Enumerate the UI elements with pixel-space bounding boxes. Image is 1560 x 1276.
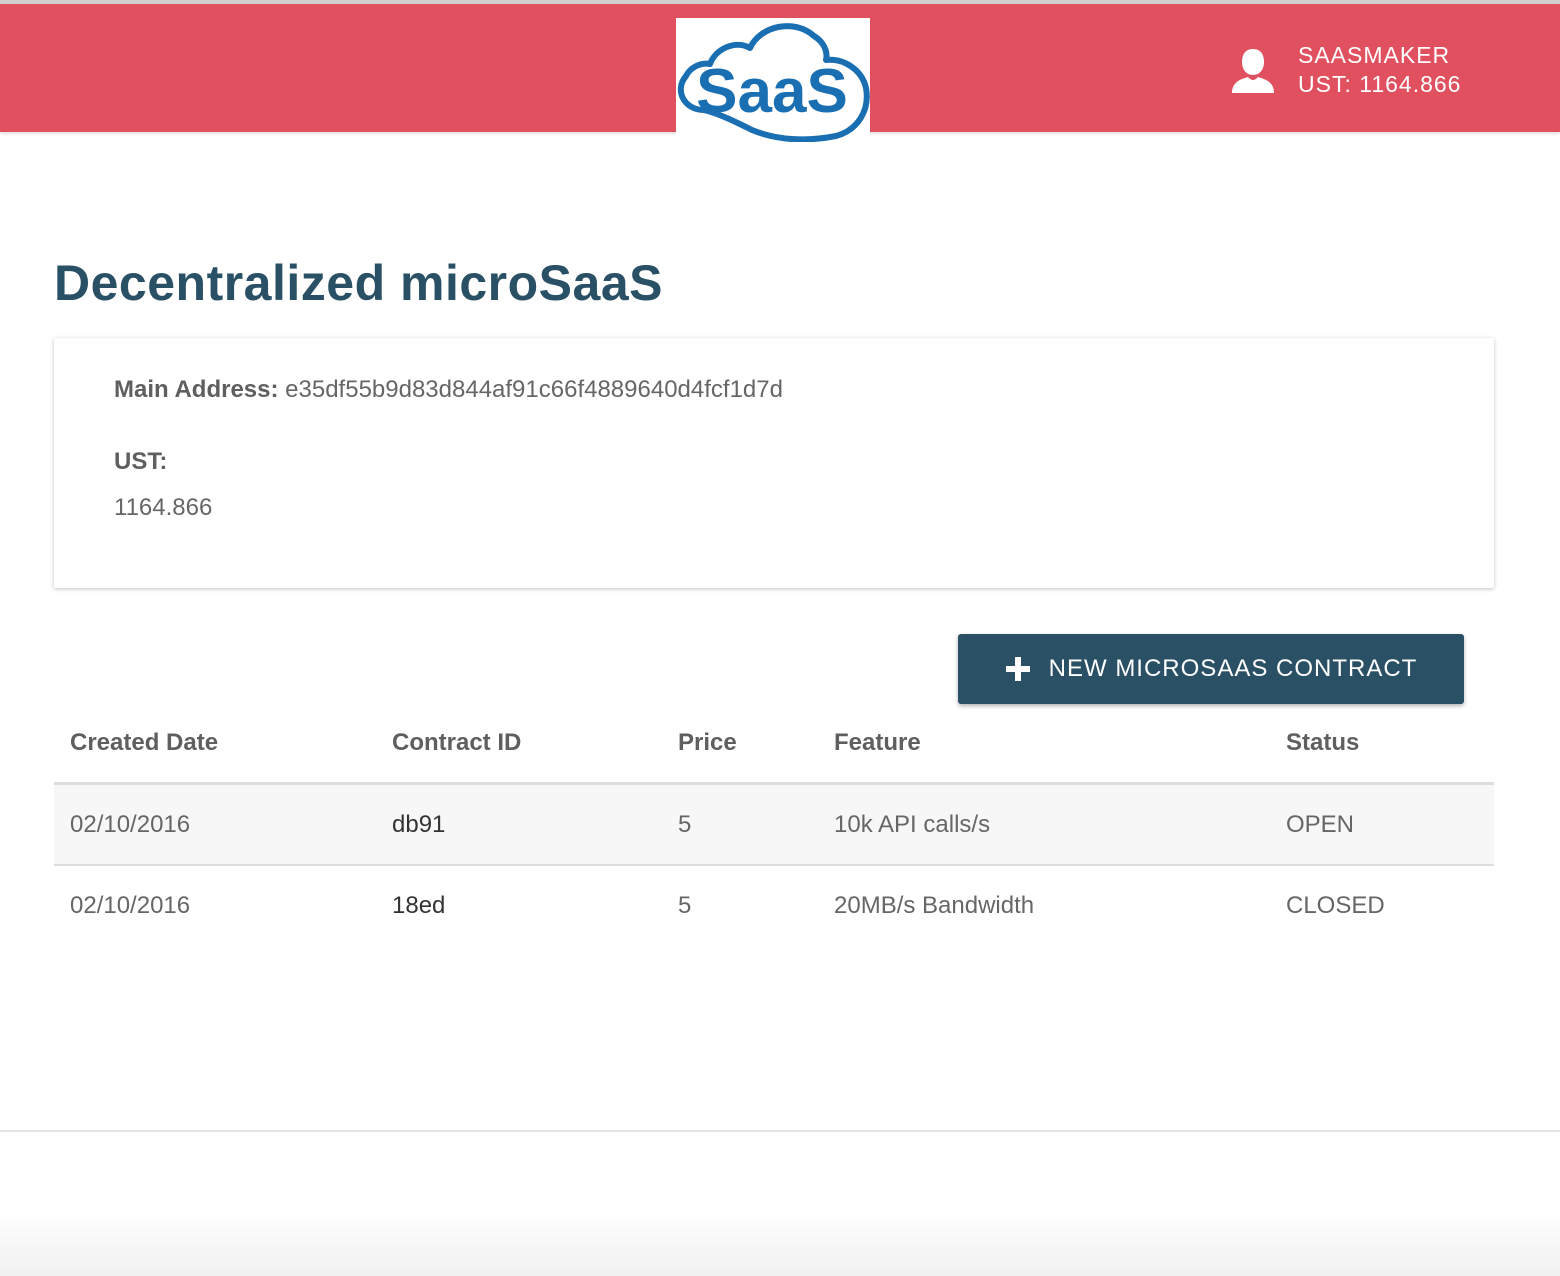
- plus-icon: [1005, 657, 1030, 681]
- user-menu[interactable]: SAASMAKER UST: 1164.866: [1228, 40, 1461, 100]
- username: SAASMAKER: [1298, 42, 1451, 68]
- cell-status: OPEN: [1270, 783, 1494, 866]
- cell-feature: 20MB/s Bandwidth: [834, 891, 1035, 919]
- new-microsaas-contract-button[interactable]: NEW MICROSAAS CONTRACT: [958, 634, 1464, 704]
- page-title: Decentralized microSaaS: [54, 255, 663, 311]
- main-address-value: e35df55b9d83d844af91c66f4889640d4fcf1d7d: [285, 376, 783, 403]
- cell-status: CLOSED: [1286, 891, 1385, 919]
- header-created-date[interactable]: Created Date: [54, 704, 376, 785]
- ust-value: 1164.866: [114, 494, 213, 521]
- cell-contract-id[interactable]: 18ed: [376, 865, 662, 945]
- header-status[interactable]: Status: [1270, 704, 1494, 785]
- cell-price: 5: [662, 783, 818, 866]
- cell-created-date: 02/10/2016: [54, 783, 376, 866]
- table-row[interactable]: 02/10/2016 18ed 5 20MB/s Bandwidth CLOSE…: [54, 865, 1494, 945]
- saas-cloud-logo-icon: SaaS: [677, 23, 870, 142]
- user-balance: UST: 1164.866: [1298, 71, 1462, 97]
- header-feature[interactable]: Feature: [818, 704, 1270, 785]
- cell-created-date: 02/10/2016: [70, 891, 191, 919]
- ust-label: UST:: [114, 448, 168, 475]
- logo-text: SaaS: [696, 57, 848, 126]
- header-contract-id[interactable]: Contract ID: [376, 704, 662, 785]
- main-address-label: Main Address:: [114, 376, 279, 403]
- logo[interactable]: SaaS: [676, 18, 870, 142]
- table-row[interactable]: 02/10/2016 db91 5 10k API calls/s OPEN: [54, 783, 1494, 866]
- account-card: Main Address: e35df55b9d83d844af91c66f48…: [54, 338, 1494, 588]
- cell-contract-id[interactable]: db91: [376, 783, 662, 866]
- user-info: SAASMAKER UST: 1164.866: [1298, 41, 1461, 99]
- main-address-row: Main Address: e35df55b9d83d844af91c66f48…: [114, 376, 783, 404]
- new-contract-label: NEW MICROSAAS CONTRACT: [1048, 655, 1418, 682]
- header-price[interactable]: Price: [662, 704, 818, 785]
- cell-feature: 10k API calls/s: [818, 783, 1270, 866]
- footer-divider: [0, 1130, 1560, 1132]
- bottom-shadow: [0, 1210, 1560, 1276]
- contracts-table: Created Date Contract ID Price Feature S…: [54, 704, 1494, 945]
- cell-price: 5: [678, 891, 692, 919]
- user-icon: [1232, 49, 1274, 93]
- table-header-row: Created Date Contract ID Price Feature S…: [54, 704, 1494, 785]
